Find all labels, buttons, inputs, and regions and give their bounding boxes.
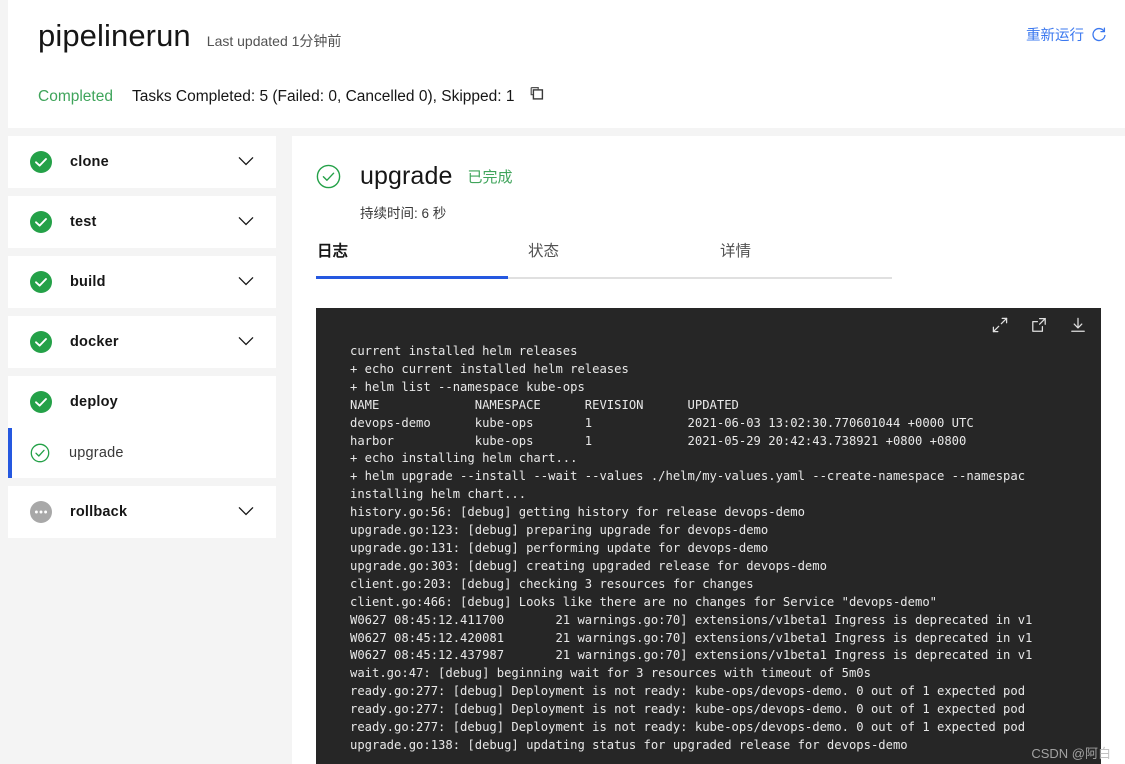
page-body: clone test build docker deploy upgrade r… [0,136,1125,764]
check-filled-icon [30,211,52,233]
sidebar-item-label: build [70,274,106,290]
check-filled-icon [30,151,52,173]
expand-icon[interactable] [991,316,1009,339]
watermark-label: CSDN @阿白 [1031,746,1111,761]
header-title-row: pipelinerun Last updated 1分钟前 [38,16,1109,66]
task-card-build: build [8,256,276,308]
check-outline-icon [30,443,50,463]
log-toolbar [991,316,1087,339]
check-filled-icon [30,391,52,413]
download-icon[interactable] [1069,316,1087,339]
sidebar-step-label: upgrade [69,445,124,461]
check-filled-icon [30,271,52,293]
rerun-button[interactable]: 重新运行 [1026,24,1107,45]
sidebar-item-clone[interactable]: clone [8,136,276,188]
sidebar-item-label: test [70,214,97,230]
sidebar-item-build[interactable]: build [8,256,276,308]
chevron-down-icon[interactable] [238,333,254,351]
step-tabs: 日志 状态 详情 [316,239,892,279]
task-card-clone: clone [8,136,276,188]
refresh-icon [1091,27,1107,43]
sidebar-item-label: rollback [70,504,128,520]
task-sidebar: clone test build docker deploy upgrade r… [8,136,276,764]
task-summary-text: Tasks Completed: 5 (Failed: 0, Cancelled… [131,88,515,105]
step-duration: 持续时间: 6 秒 [360,206,447,221]
chevron-down-icon[interactable] [238,273,254,291]
page-header: pipelinerun Last updated 1分钟前 重新运行 Compl… [8,0,1125,128]
status-badge: Completed [38,88,113,105]
task-card-rollback: rollback [8,486,276,538]
chevron-down-icon[interactable] [238,153,254,171]
sidebar-item-test[interactable]: test [8,196,276,248]
step-detail-panel: upgrade 已完成 持续时间: 6 秒 日志 状态 详情 current i… [292,136,1125,764]
tab-status[interactable]: 状态 [508,239,700,279]
pipeline-run-page: pipelinerun Last updated 1分钟前 重新运行 Compl… [0,0,1125,764]
task-card-docker: docker [8,316,276,368]
run-status-row: Completed Tasks Completed: 5 (Failed: 0,… [38,82,1109,112]
step-title: upgrade [360,162,453,190]
sidebar-item-label: clone [70,154,109,170]
log-console[interactable]: current installed helm releases + echo c… [316,308,1101,764]
dots-circle-icon [30,501,52,523]
check-filled-icon [30,331,52,353]
tab-logs[interactable]: 日志 [316,239,508,279]
sidebar-item-label: docker [70,334,119,350]
rerun-button-label: 重新运行 [1026,28,1084,44]
step-status-label: 已完成 [467,169,513,186]
chevron-down-icon[interactable] [238,503,254,521]
chevron-down-icon[interactable] [238,213,254,231]
log-output: current installed helm releases + echo c… [350,344,1033,752]
sidebar-item-rollback[interactable]: rollback [8,486,276,538]
page-title: pipelinerun [38,18,191,53]
task-card-test: test [8,196,276,248]
step-header: upgrade 已完成 [316,162,512,191]
last-updated-label: Last updated 1分钟前 [206,33,342,49]
sidebar-item-deploy[interactable]: deploy [8,376,276,428]
popout-icon[interactable] [1030,316,1048,339]
sidebar-item-label: deploy [70,394,118,410]
copy-icon[interactable] [529,86,546,108]
check-outline-icon [316,164,341,189]
tab-details[interactable]: 详情 [700,239,892,279]
sidebar-step-upgrade[interactable]: upgrade [8,428,276,478]
sidebar-item-docker[interactable]: docker [8,316,276,368]
task-card-deploy: deploy upgrade [8,376,276,478]
